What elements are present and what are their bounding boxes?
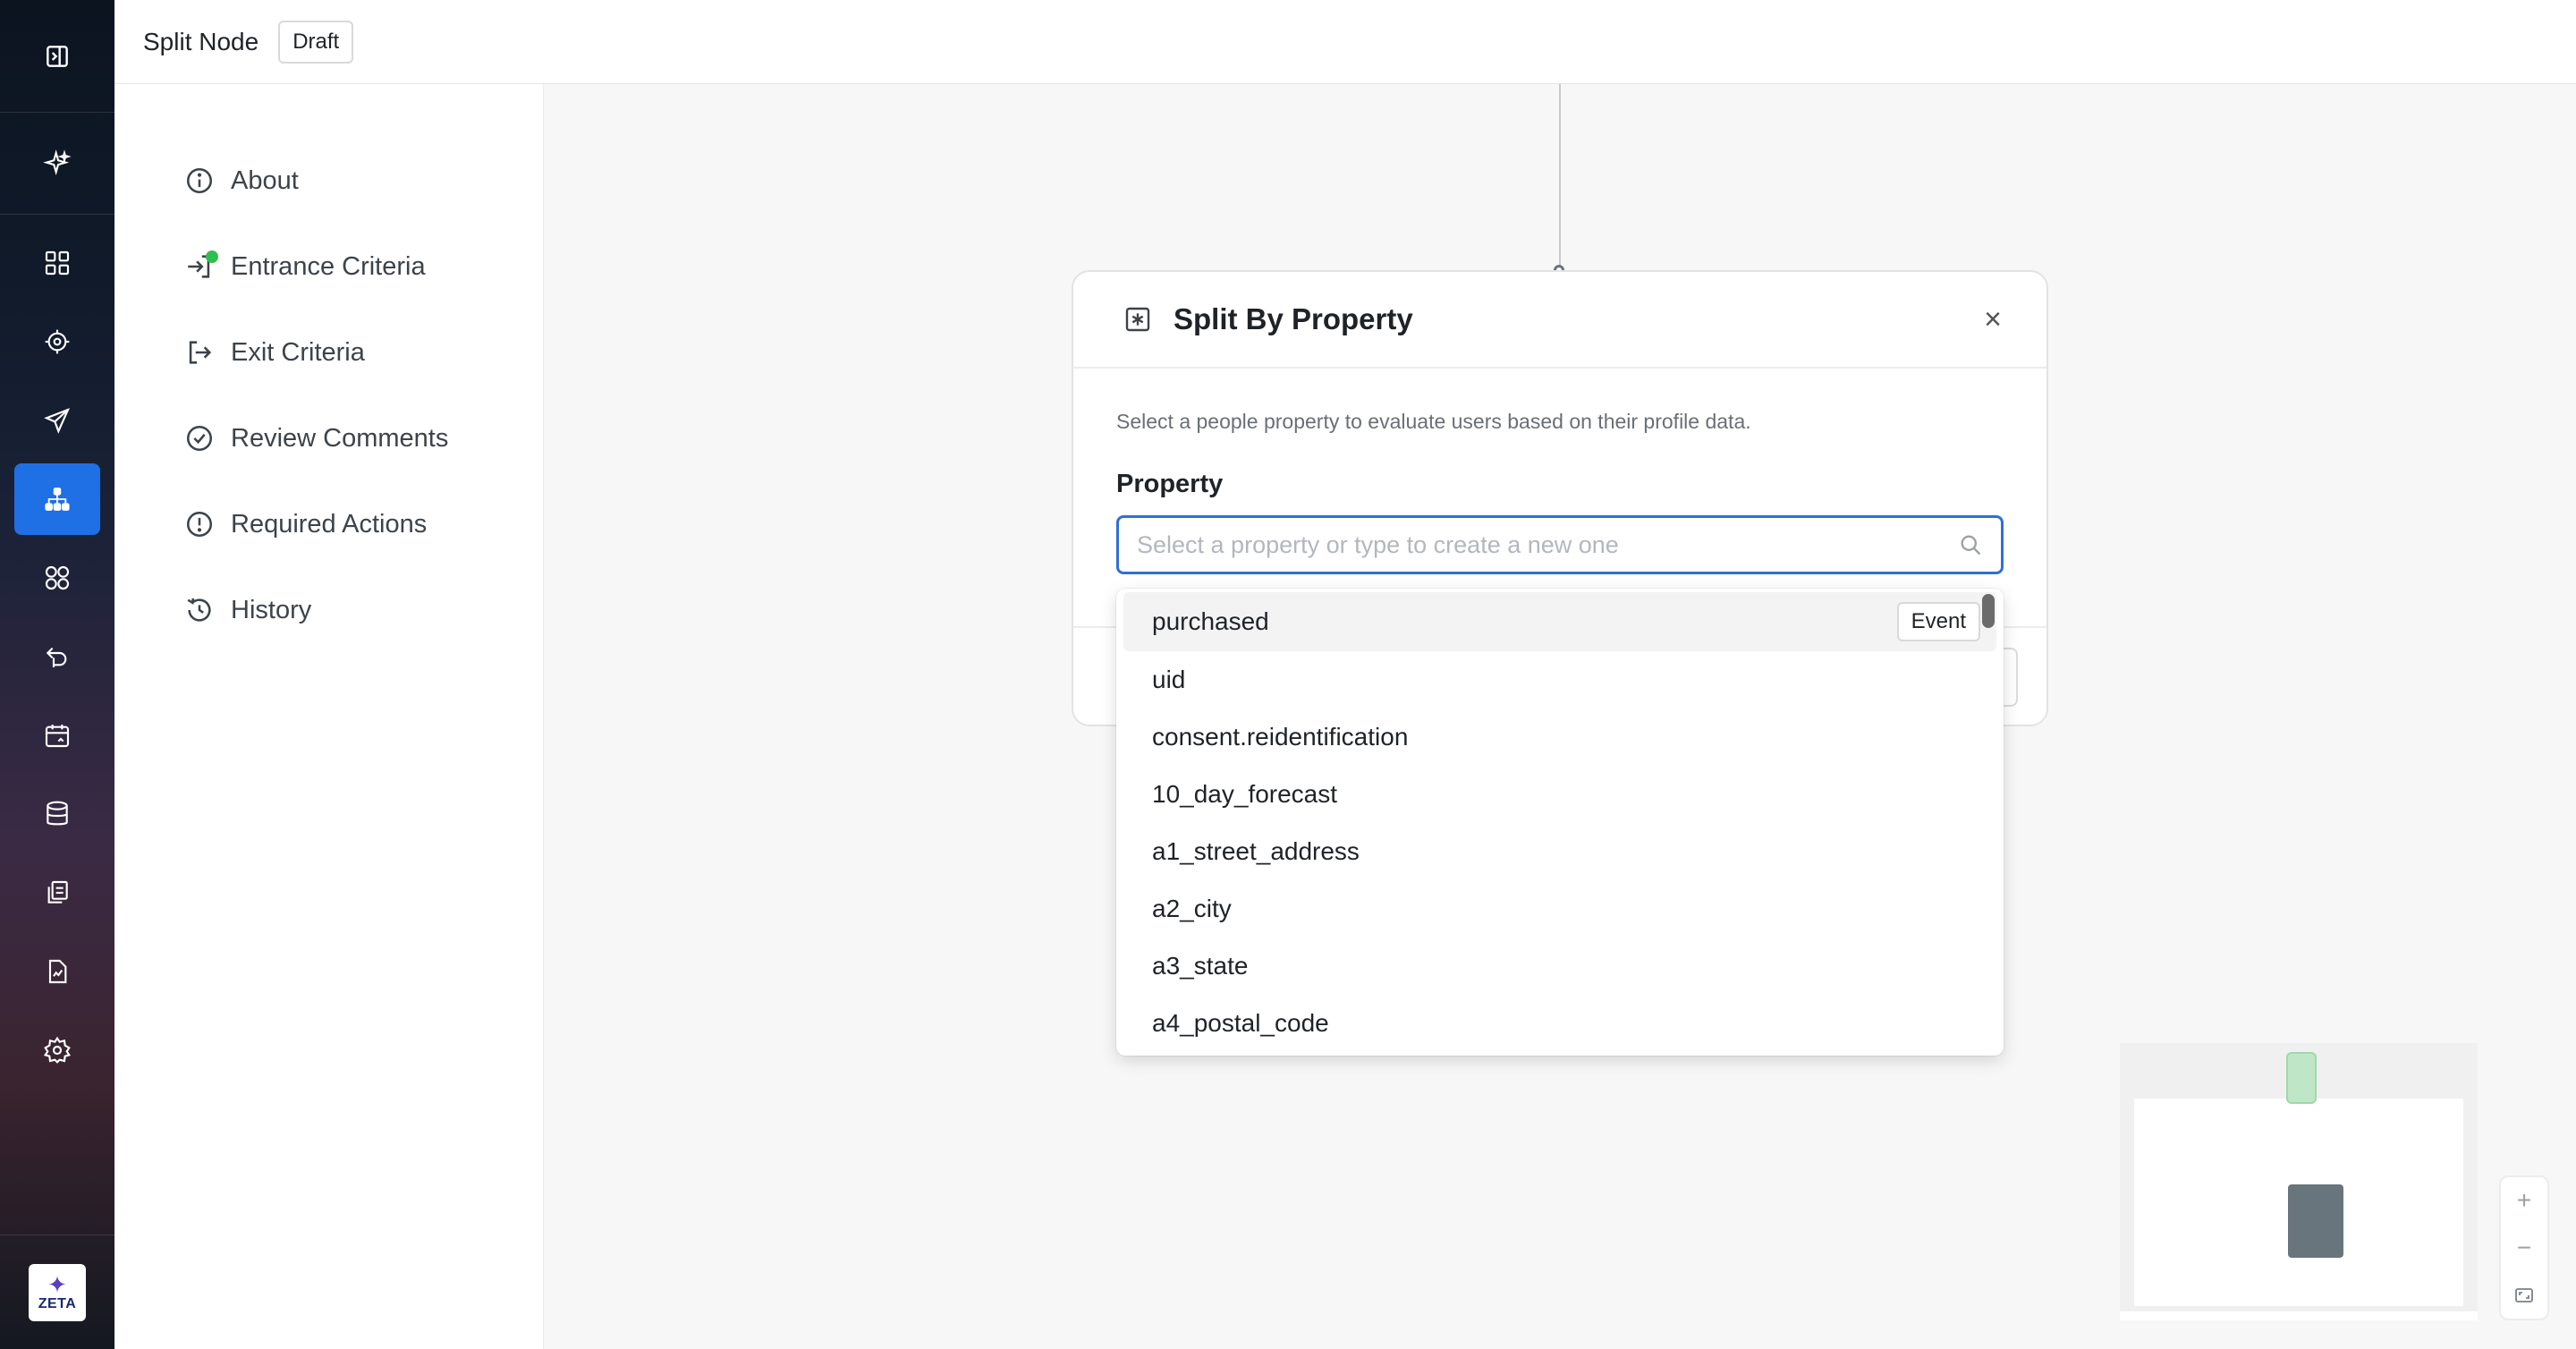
rail-nav [14,215,100,1093]
status-indicator-dot [206,250,218,263]
property-options-dropdown: purchased Event uid consent.reidentifica… [1116,589,2004,1056]
subnav-item-about[interactable]: About [114,138,543,224]
rail-item-journeys[interactable] [14,463,100,535]
rail-item-reports[interactable] [14,936,100,1007]
dropdown-scrollbar[interactable] [1982,594,1995,628]
calendar-icon [45,725,70,748]
dropdown-option[interactable]: 10_day_forecast [1123,766,1996,823]
app-rail: ✦ ZETA [0,0,114,1349]
dropdown-option[interactable]: a3_state [1123,938,1996,995]
option-label: uid [1152,666,1186,693]
subnav-label: Review Comments [231,423,449,453]
panel-title: Split By Property [1174,302,1413,335]
panel-header: Split By Property × [1073,272,2046,369]
split-node-icon [1125,307,1150,332]
property-field-label: Property [1116,470,1224,498]
property-search-input[interactable] [1137,530,1958,559]
subnav-item-exit-criteria[interactable]: Exit Criteria [114,310,543,395]
sparkle-icon [43,148,72,175]
close-button[interactable]: × [1984,304,2002,335]
exit-icon [189,341,212,364]
zoom-in-button[interactable]: + [2501,1177,2547,1225]
subnav-label: Exit Criteria [231,337,365,367]
rail-item-targeting[interactable] [14,306,100,378]
minus-icon: − [2516,1234,2532,1261]
subnav-item-history[interactable]: History [114,567,543,653]
minimap-node-entry [2286,1052,2317,1104]
rail-item-library[interactable] [14,857,100,929]
option-label: a1_street_address [1152,837,1360,865]
alert-circle-icon [186,511,213,538]
subnav-item-entrance-criteria[interactable]: Entrance Criteria [114,224,543,310]
search-icon [1961,535,1981,556]
subnav-label: Required Actions [231,509,428,539]
minimap-footer [2120,1311,2478,1320]
option-label: a2_city [1152,895,1232,922]
send-icon [44,408,71,434]
subnav-item-required-actions[interactable]: Required Actions [114,481,543,567]
library-icon [47,880,68,904]
dropdown-option[interactable]: purchased Event [1123,592,1996,651]
option-label: purchased [1152,607,1269,635]
panel-description: Select a people property to evaluate use… [1116,410,1751,433]
rail-item-campaigns[interactable] [14,385,100,456]
brand-area: ✦ ZETA [0,1234,114,1349]
rail-item-dashboard[interactable] [14,227,100,299]
zeta-mark-icon: ✦ [47,1270,67,1298]
collapse-rail-button[interactable] [0,0,114,113]
ai-assistant-button[interactable] [0,113,114,215]
dropdown-option[interactable]: a1_street_address [1123,823,1996,880]
close-icon: × [1984,302,2002,336]
rail-item-settings[interactable] [14,1014,100,1086]
rail-item-calendar[interactable] [14,700,100,771]
rail-item-recall[interactable] [14,621,100,692]
history-icon [187,598,211,622]
rail-item-segments[interactable] [14,542,100,614]
minimap-viewport[interactable] [2134,1099,2463,1306]
info-icon [186,167,213,194]
page-title: Split Node [143,27,259,55]
zeta-logo: ✦ ZETA [29,1263,86,1321]
zoom-out-button[interactable]: − [2501,1225,2547,1272]
dashboard-icon [45,250,70,276]
zoom-controls: + − [2499,1175,2549,1320]
panel-collapse-icon [47,45,68,67]
minimap-node-split [2288,1184,2343,1258]
settings-icon [43,1036,72,1064]
node-settings-nav: About Entrance Criteria Exit Criteria Re… [114,84,544,1349]
dropdown-option[interactable]: consent.reidentification [1123,708,1996,766]
option-label: 10_day_forecast [1152,780,1338,808]
option-type-tag: Event [1896,602,1980,641]
status-badge: Draft [278,20,354,64]
dropdown-option[interactable]: uid [1123,651,1996,708]
check-circle-icon [186,425,213,452]
property-select[interactable] [1116,515,2004,574]
plus-icon: + [2516,1186,2532,1215]
segments-icon [45,565,70,590]
node-connector-line [1559,84,1561,268]
journey-tree-icon [45,488,70,511]
subnav-label: About [231,165,299,195]
zeta-logo-text: ZETA [38,1295,77,1311]
fit-view-button[interactable] [2501,1271,2547,1319]
subnav-label: Entrance Criteria [231,251,426,281]
dropdown-option[interactable]: a2_city [1123,880,1996,938]
option-label: consent.reidentification [1152,723,1409,751]
report-icon [48,959,67,984]
target-icon [45,329,70,354]
option-label: a3_state [1152,952,1249,980]
option-label: a4_postal_code [1152,1009,1329,1037]
canvas-minimap[interactable] [2120,1043,2478,1320]
dropdown-option[interactable]: a4_postal_code [1123,995,1996,1052]
subnav-item-review-comments[interactable]: Review Comments [114,395,543,481]
database-icon [47,801,68,826]
panel-body: Select a people property to evaluate use… [1073,369,2046,574]
page-header: Split Node Draft [114,0,2576,84]
recall-icon [46,647,67,667]
subnav-label: History [231,595,312,624]
fit-view-icon [2515,1287,2533,1302]
rail-item-data[interactable] [14,778,100,850]
